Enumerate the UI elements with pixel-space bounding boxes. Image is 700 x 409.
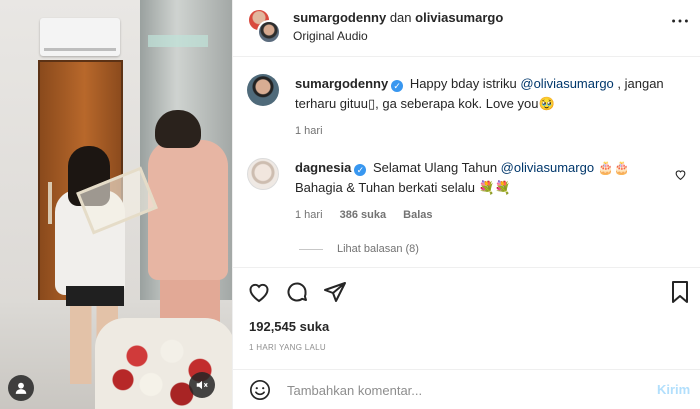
share-button[interactable] bbox=[323, 280, 347, 304]
heart-icon bbox=[249, 283, 269, 303]
comment-likes[interactable]: 386 suka bbox=[340, 209, 386, 221]
comment-text: dagnesia ✓ Selamat Ulang Tahun @oliviasum… bbox=[295, 160, 631, 195]
username-link[interactable]: oliviasumargo bbox=[415, 10, 503, 25]
save-button[interactable] bbox=[668, 280, 692, 304]
likes-count[interactable]: 192,545 suka bbox=[249, 319, 329, 334]
user-icon bbox=[15, 382, 27, 394]
divider bbox=[299, 248, 323, 250]
audio-link[interactable]: Original Audio bbox=[293, 29, 368, 43]
paper-plane-icon bbox=[324, 282, 346, 302]
post-media[interactable] bbox=[0, 0, 232, 409]
post-comment-button[interactable]: Kirim bbox=[657, 382, 690, 397]
comment-icon bbox=[287, 282, 307, 302]
heart-icon bbox=[675, 170, 686, 181]
conjunction-text: dan bbox=[389, 10, 412, 25]
comment-input[interactable] bbox=[287, 380, 627, 400]
comment-meta: 1 hari 386 suka Balas bbox=[295, 209, 447, 221]
post-actions: 192,545 suka 1 HARI YANG LALU Kirim bbox=[233, 267, 700, 407]
avatar[interactable] bbox=[247, 74, 279, 106]
username-link[interactable]: sumargodenny bbox=[293, 10, 386, 25]
speaker-muted-icon bbox=[196, 380, 208, 390]
collab-avatars[interactable] bbox=[247, 8, 281, 44]
comments-list: sumargodenny ✓ Happy bday istriku @olivia… bbox=[233, 57, 700, 267]
post-panel: sumargodenny dan oliviasumargo Original … bbox=[232, 0, 700, 409]
comment-meta: 1 hari bbox=[295, 125, 337, 137]
tagged-users-button[interactable] bbox=[8, 375, 34, 401]
comment-like-button[interactable] bbox=[674, 168, 687, 181]
more-options-button[interactable] bbox=[669, 10, 691, 32]
more-horizontal-icon bbox=[672, 19, 688, 23]
air-conditioner-image bbox=[40, 18, 120, 56]
comment-time[interactable]: 1 hari bbox=[295, 125, 323, 137]
mention-link[interactable]: @oliviasumargo bbox=[501, 160, 594, 175]
username-link[interactable]: sumargodenny bbox=[295, 76, 388, 91]
username-link[interactable]: dagnesia bbox=[295, 160, 351, 175]
verified-badge-icon: ✓ bbox=[391, 80, 404, 92]
emoji-button[interactable] bbox=[249, 379, 271, 401]
reply-button[interactable]: Balas bbox=[403, 209, 432, 221]
man-figure bbox=[148, 140, 228, 280]
view-replies-button[interactable]: Lihat balasan (8) bbox=[299, 243, 419, 255]
comment-button[interactable] bbox=[285, 280, 309, 304]
emoji-icon bbox=[250, 380, 270, 400]
avatar[interactable] bbox=[257, 20, 281, 44]
flower-bouquet-image bbox=[95, 318, 232, 409]
verified-badge-icon: ✓ bbox=[354, 164, 367, 176]
like-button[interactable] bbox=[247, 280, 271, 304]
comment-text: sumargodenny ✓ Happy bday istriku @olivia… bbox=[295, 76, 664, 111]
mention-link[interactable]: @oliviasumargo bbox=[520, 76, 613, 91]
collab-usernames: sumargodenny dan oliviasumargo bbox=[293, 10, 503, 25]
mute-button[interactable] bbox=[189, 372, 215, 398]
avatar[interactable] bbox=[247, 158, 279, 190]
comment-time[interactable]: 1 hari bbox=[295, 209, 323, 221]
bookmark-icon bbox=[672, 281, 688, 303]
add-comment-bar: Kirim bbox=[233, 369, 700, 409]
post-header: sumargodenny dan oliviasumargo Original … bbox=[233, 0, 700, 57]
post-date[interactable]: 1 HARI YANG LALU bbox=[249, 343, 326, 352]
